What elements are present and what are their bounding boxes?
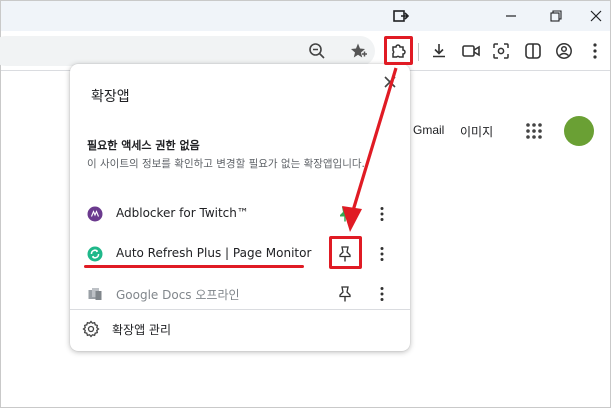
restore-icon[interactable] xyxy=(543,4,569,28)
close-window-icon[interactable] xyxy=(583,4,609,28)
more-options-icon[interactable] xyxy=(374,245,390,263)
adblocker-twitch-icon xyxy=(87,206,103,222)
video-camera-icon[interactable] xyxy=(460,40,482,62)
popup-title: 확장앱 xyxy=(91,89,130,105)
extension-name: Adblocker for Twitch™ xyxy=(116,206,249,220)
account-avatar[interactable] xyxy=(564,116,594,146)
pin-icon[interactable] xyxy=(336,205,354,223)
title-bar xyxy=(1,1,610,31)
close-icon[interactable] xyxy=(382,74,398,90)
auto-refresh-icon xyxy=(87,246,103,262)
section-description: 이 사이트의 정보를 확인하고 변경할 필요가 없는 확장앱입니다. xyxy=(87,158,365,170)
profile-icon[interactable] xyxy=(553,40,575,62)
highlight-underline xyxy=(84,265,304,268)
extension-name: Google Docs 오프라인 xyxy=(116,288,240,302)
extensions-popup: 확장앱 필요한 액세스 권한 없음 이 사이트의 정보를 확인하고 변경할 필요… xyxy=(70,64,410,351)
extension-row-adblocker[interactable]: Adblocker for Twitch™ xyxy=(70,196,410,232)
extension-name: Auto Refresh Plus | Page Monitor xyxy=(116,246,312,260)
side-panel-icon[interactable] xyxy=(522,40,544,62)
gmail-link[interactable]: Gmail xyxy=(413,123,444,137)
menu-kebab-icon[interactable] xyxy=(584,40,606,62)
popup-divider xyxy=(70,309,410,310)
google-docs-offline-icon xyxy=(87,286,103,302)
download-icon[interactable] xyxy=(428,40,450,62)
manage-extensions-link[interactable]: 확장앱 관리 xyxy=(112,321,171,338)
exit-icon[interactable] xyxy=(388,4,414,28)
bookmark-star-icon[interactable] xyxy=(348,40,370,62)
gear-icon[interactable] xyxy=(82,320,100,338)
minimize-icon[interactable] xyxy=(498,4,524,28)
toolbar-separator xyxy=(418,43,419,61)
pin-icon[interactable] xyxy=(336,285,354,303)
more-options-icon[interactable] xyxy=(374,205,390,223)
more-options-icon[interactable] xyxy=(374,285,390,303)
extension-row-google-docs[interactable]: Google Docs 오프라인 xyxy=(70,276,410,312)
highlight-extensions-button xyxy=(384,36,413,65)
section-title: 필요한 액세스 권한 없음 xyxy=(87,139,200,152)
zoom-out-icon[interactable] xyxy=(306,40,328,62)
highlight-pin-button xyxy=(329,236,362,269)
images-link[interactable]: 이미지 xyxy=(460,123,493,140)
lens-scan-icon[interactable] xyxy=(490,40,512,62)
google-apps-icon[interactable] xyxy=(526,123,542,139)
